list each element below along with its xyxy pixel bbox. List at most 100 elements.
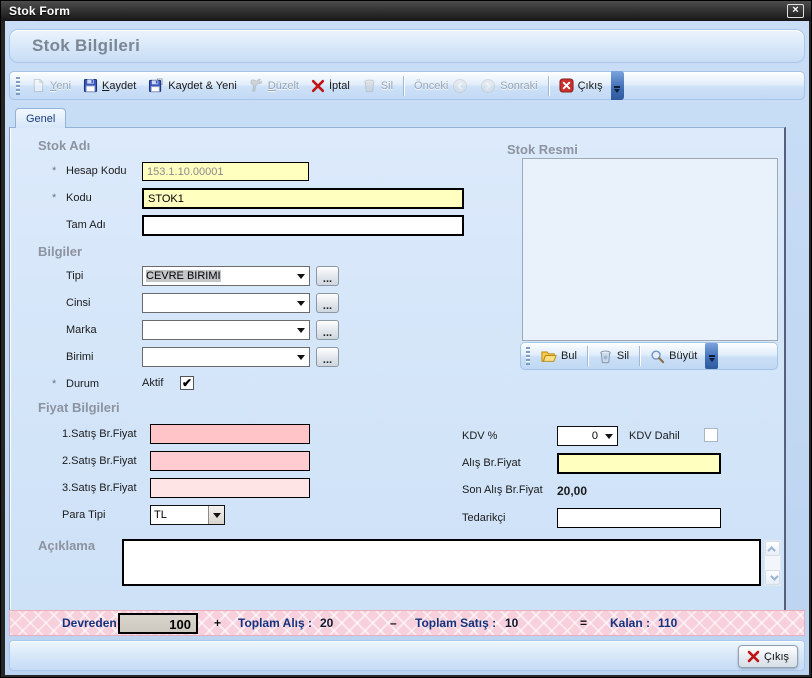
para-tipi-label: Para Tipi (62, 509, 105, 521)
toolbar-overflow-icon[interactable] (611, 71, 624, 100)
kodu-label: Kodu (66, 192, 92, 204)
section-title-fiyat-bilgileri: Fiyat Bilgileri (38, 400, 120, 415)
tam-adi-field[interactable] (142, 215, 464, 236)
iptal-button-label: İptal (329, 80, 350, 92)
onceki-button[interactable]: Önceki (408, 75, 474, 97)
son-alis-br-fiyat-value: 20,00 (557, 484, 587, 498)
image-toolbar-overflow-icon[interactable] (705, 343, 718, 369)
toplam-alis-label: Toplam Alış : (238, 616, 312, 630)
hesap-kodu-label: Hesap Kodu (66, 165, 127, 177)
toolbar-grip[interactable] (526, 347, 530, 365)
devreden-field[interactable] (118, 613, 198, 634)
tools-icon (249, 78, 264, 93)
toplam-satis-label: Toplam Satış : (415, 616, 496, 630)
image-sil-button[interactable]: Sil (592, 346, 635, 367)
satis3-field[interactable] (150, 478, 310, 498)
cinsi-label: Cinsi (66, 297, 90, 309)
bul-button[interactable]: Bul (535, 346, 583, 366)
cikis-toolbar-button-label: Çıkış (578, 80, 603, 92)
cikis-toolbar-button[interactable]: Çıkış (553, 75, 609, 96)
hesap-kodu-field[interactable] (142, 162, 309, 181)
toolbar-separator (639, 346, 640, 366)
birimi-browse-button[interactable]: ... (316, 347, 339, 367)
tab-genel-label: Genel (26, 113, 55, 125)
equals-operator: = (580, 616, 587, 630)
scroll-down-icon[interactable] (765, 570, 780, 585)
tipi-combobox[interactable]: CEVRE BIRIMI (142, 266, 310, 286)
satis2-field[interactable] (150, 451, 310, 471)
satis1-field[interactable] (150, 424, 310, 444)
cikis-button[interactable]: Çıkış (738, 645, 798, 668)
chevron-down-icon[interactable] (293, 294, 309, 312)
iptal-button[interactable]: İptal (305, 76, 356, 96)
required-marker: * (52, 192, 56, 204)
scroll-up-icon[interactable] (765, 541, 780, 556)
sil-button[interactable]: Sil (356, 75, 399, 96)
cinsi-browse-button[interactable]: ... (316, 293, 339, 313)
chevron-down-icon[interactable] (208, 506, 224, 524)
toolbar-grip[interactable] (16, 77, 20, 95)
chevron-down-icon[interactable] (293, 321, 309, 339)
toolbar-separator (548, 76, 549, 96)
new-document-icon (31, 78, 46, 93)
tedarikci-field[interactable] (557, 508, 721, 528)
durum-aktif-checkbox[interactable]: ✔ (180, 376, 194, 390)
cikis-button-label: Çıkış (764, 651, 789, 663)
toolbar-separator (403, 76, 404, 96)
durum-label: Durum (66, 378, 99, 390)
next-circle-icon (480, 78, 496, 94)
main-toolbar: Yeni Kaydet Kaydet & Yeni Düzelt (9, 71, 805, 100)
required-marker: * (52, 165, 56, 177)
summary-bar: Devreden : + Toplam Alış : 20 – Toplam S… (9, 610, 805, 636)
aciklama-scrollbar[interactable] (764, 540, 781, 586)
chevron-down-icon[interactable] (293, 267, 309, 285)
kdv-selected-value: 0 (561, 430, 601, 442)
kalan-label: Kalan : (610, 616, 650, 630)
footer-bar: Çıkış (9, 640, 805, 671)
kaydet-button[interactable]: Kaydet (77, 75, 142, 96)
birimi-combobox[interactable] (142, 347, 310, 367)
cinsi-combobox[interactable] (142, 293, 310, 313)
kaydet-yeni-button[interactable]: Kaydet & Yeni (142, 75, 243, 96)
image-sil-button-label: Sil (617, 350, 629, 362)
save-new-icon (148, 78, 164, 93)
kdv-dahil-checkbox[interactable] (704, 428, 718, 442)
tipi-browse-button[interactable]: ... (316, 266, 339, 286)
aciklama-label: Açıklama (38, 538, 95, 553)
toplam-alis-value: 20 (320, 616, 333, 630)
toolbar-separator (587, 346, 588, 366)
yeni-button[interactable]: Yeni (25, 75, 77, 96)
kaydet-button-label: Kaydet (102, 80, 136, 92)
chevron-down-icon[interactable] (601, 427, 617, 445)
satis3-label: 3.Satış Br.Fiyat (62, 482, 137, 494)
para-tipi-combobox[interactable]: TL (150, 505, 225, 525)
duzelt-button-label: Düzelt (268, 80, 299, 92)
para-tipi-selected-value: TL (154, 509, 208, 521)
magnifier-icon (650, 349, 665, 364)
satis2-label: 2.Satış Br.Fiyat (62, 455, 137, 467)
buyut-button-label: Büyüt (669, 350, 697, 362)
devreden-label: Devreden : (62, 616, 124, 630)
duzelt-button[interactable]: Düzelt (243, 75, 305, 96)
tedarikci-label: Tedarikçi (462, 512, 505, 524)
marka-label: Marka (66, 324, 97, 336)
marka-combobox[interactable] (142, 320, 310, 340)
previous-circle-icon (452, 78, 468, 94)
buyut-button[interactable]: Büyüt (644, 346, 703, 367)
tipi-label: Tipi (66, 270, 83, 282)
chevron-down-icon[interactable] (293, 348, 309, 366)
sonraki-button[interactable]: Sonraki (474, 75, 543, 97)
tipi-selected-value: CEVRE BIRIMI (146, 270, 221, 282)
aciklama-textarea[interactable] (122, 539, 761, 586)
tab-genel[interactable]: Genel (15, 108, 66, 128)
required-marker: * (52, 378, 56, 390)
alis-br-fiyat-field[interactable] (557, 453, 721, 474)
marka-browse-button[interactable]: ... (316, 320, 339, 340)
kodu-field[interactable] (142, 188, 464, 209)
stok-resmi-picture-box[interactable] (522, 158, 778, 341)
close-icon[interactable]: × (787, 4, 804, 18)
kaydet-yeni-button-label: Kaydet & Yeni (168, 80, 237, 92)
trash-icon (362, 78, 377, 93)
kdv-dahil-label: KDV Dahil (629, 430, 680, 442)
kdv-combobox[interactable]: 0 (557, 426, 618, 446)
